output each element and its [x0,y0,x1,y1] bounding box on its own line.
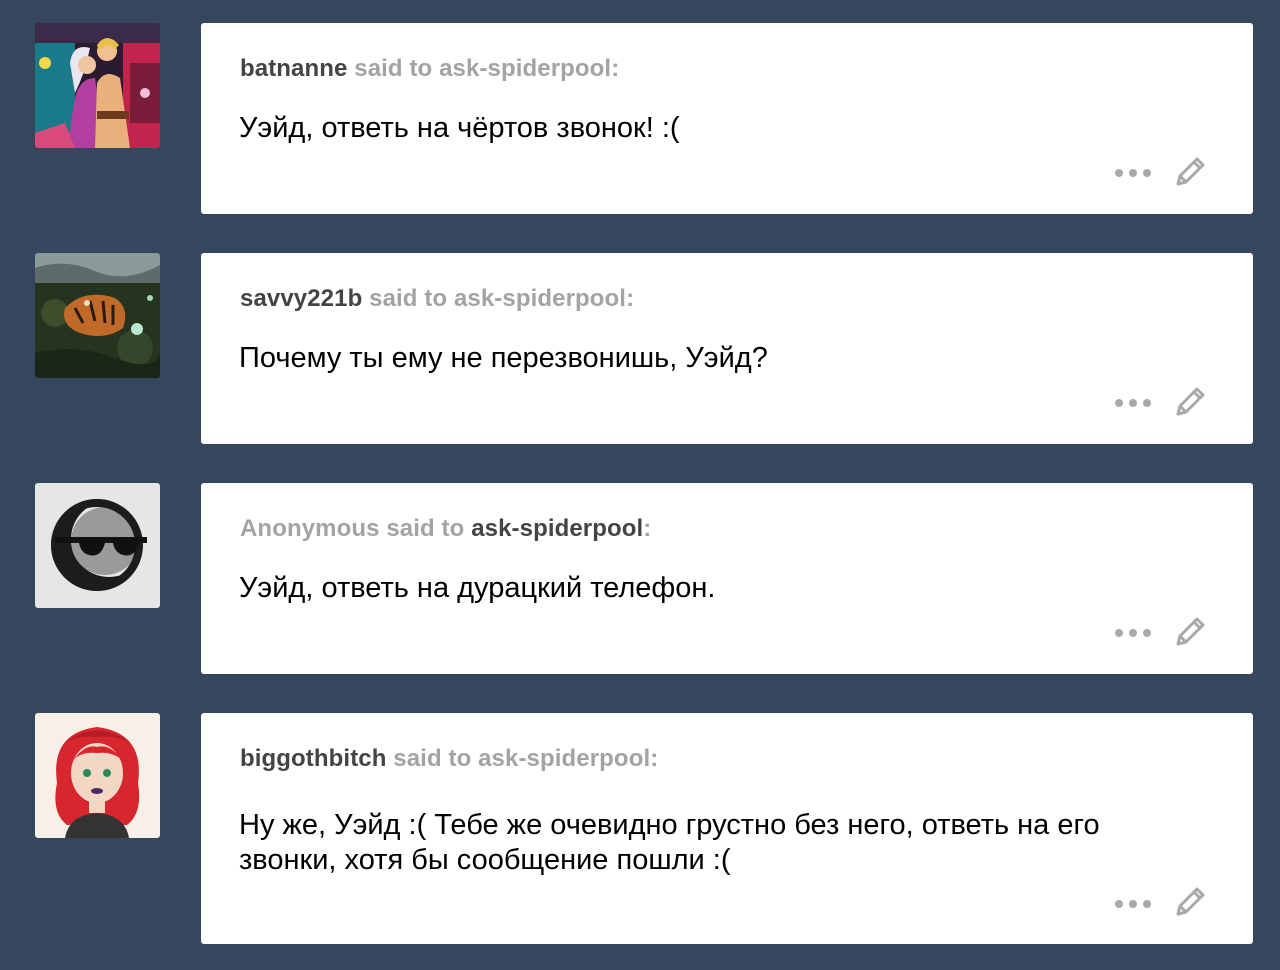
question-text: Ну же, Уэйд :( Тебе же очевидно грустно … [239,809,1100,876]
asker-username[interactable]: batnanne [240,55,347,82]
tiger-in-water-avatar [35,253,160,378]
asker-line: biggothbitch said to ask-spiderpool: [240,745,658,773]
ask-card: Anonymous said to ask-spiderpool: Уэйд, … [201,483,1253,674]
asker-line: Anonymous said to ask-spiderpool: [240,515,651,543]
asker-avatar[interactable] [35,23,160,148]
asker-avatar[interactable] [35,483,160,608]
more-dots-icon[interactable] [1115,627,1151,639]
more-dots-icon[interactable] [1115,167,1151,179]
asker-username[interactable]: savvy221b [240,285,362,312]
red-hair-girl-drawing-avatar [35,713,160,838]
asker-line: savvy221b said to ask-spiderpool: [240,285,634,313]
pencil-edit-icon[interactable] [1173,883,1209,919]
anonymous-sunglasses-avatar [35,483,160,608]
said-to-text: said to ask-spiderpool: [354,55,620,82]
said-to-text: said to ask-spiderpool: [393,745,659,772]
ask-card: biggothbitch said to ask-spiderpool: Ну … [201,713,1253,944]
blog-name[interactable]: ask-spiderpool [471,515,643,542]
comic-couple-avatar [35,23,160,148]
question-text: Уэйд, ответь на дурацкий телефон. [239,572,716,604]
asker-username: Anonymous [240,515,380,542]
said-to-text: said to ask-spiderpool: [369,285,635,312]
question-text: Почему ты ему не перезвонишь, Уэйд? [239,342,768,374]
ask-card: batnanne said to ask-spiderpool: Уэйд, о… [201,23,1253,214]
pencil-edit-icon[interactable] [1173,383,1209,419]
pencil-edit-icon[interactable] [1173,153,1209,189]
more-dots-icon[interactable] [1115,397,1151,409]
asker-line: batnanne said to ask-spiderpool: [240,55,619,83]
said-to-text: said to ask-spiderpool: [386,515,652,542]
pencil-edit-icon[interactable] [1173,613,1209,649]
asker-username[interactable]: biggothbitch [240,745,387,772]
asker-avatar[interactable] [35,713,160,838]
asker-avatar[interactable] [35,253,160,378]
question-text: Уэйд, ответь на чёртов звонок! :( [239,112,680,144]
more-dots-icon[interactable] [1115,898,1151,910]
ask-card: savvy221b said to ask-spiderpool: Почему… [201,253,1253,444]
